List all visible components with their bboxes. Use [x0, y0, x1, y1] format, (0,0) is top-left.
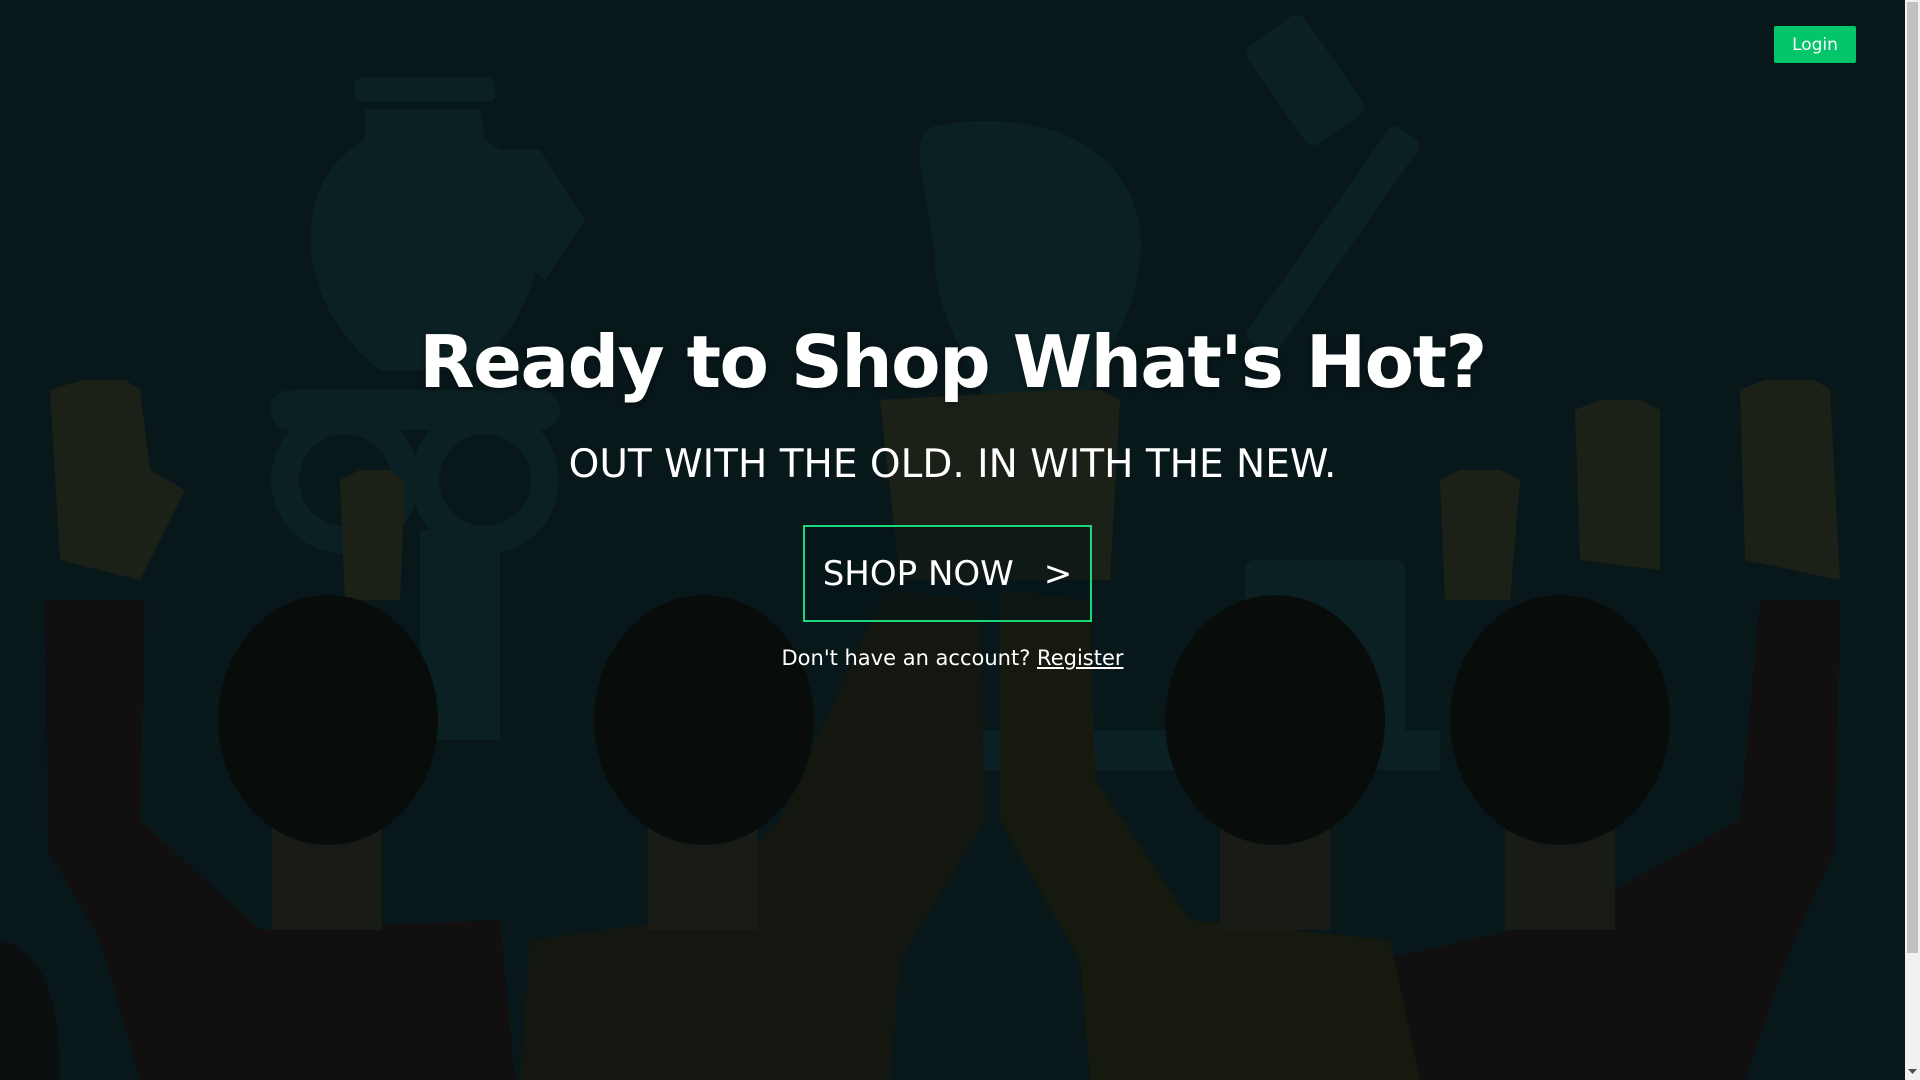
- account-prompt-line: Don't have an account? Register: [0, 646, 1905, 670]
- shop-now-label: SHOP NOW: [822, 553, 1014, 594]
- scroll-down-arrow-icon[interactable]: [1905, 1063, 1920, 1080]
- hero-title: Ready to Shop What's Hot?: [419, 320, 1487, 404]
- vertical-scrollbar[interactable]: [1905, 0, 1920, 1080]
- account-prompt-text: Don't have an account?: [781, 646, 1031, 670]
- login-button[interactable]: Login: [1774, 26, 1856, 63]
- register-link[interactable]: Register: [1037, 646, 1123, 670]
- hero-subtitle: OUT WITH THE OLD. IN WITH THE NEW.: [568, 442, 1337, 487]
- shop-now-button[interactable]: SHOP NOW >: [803, 525, 1092, 622]
- chevron-right-icon: >: [1043, 553, 1073, 594]
- page-viewport: Login Ready to Shop What's Hot? OUT WITH…: [0, 0, 1905, 1080]
- scrollbar-thumb[interactable]: [1907, 2, 1918, 953]
